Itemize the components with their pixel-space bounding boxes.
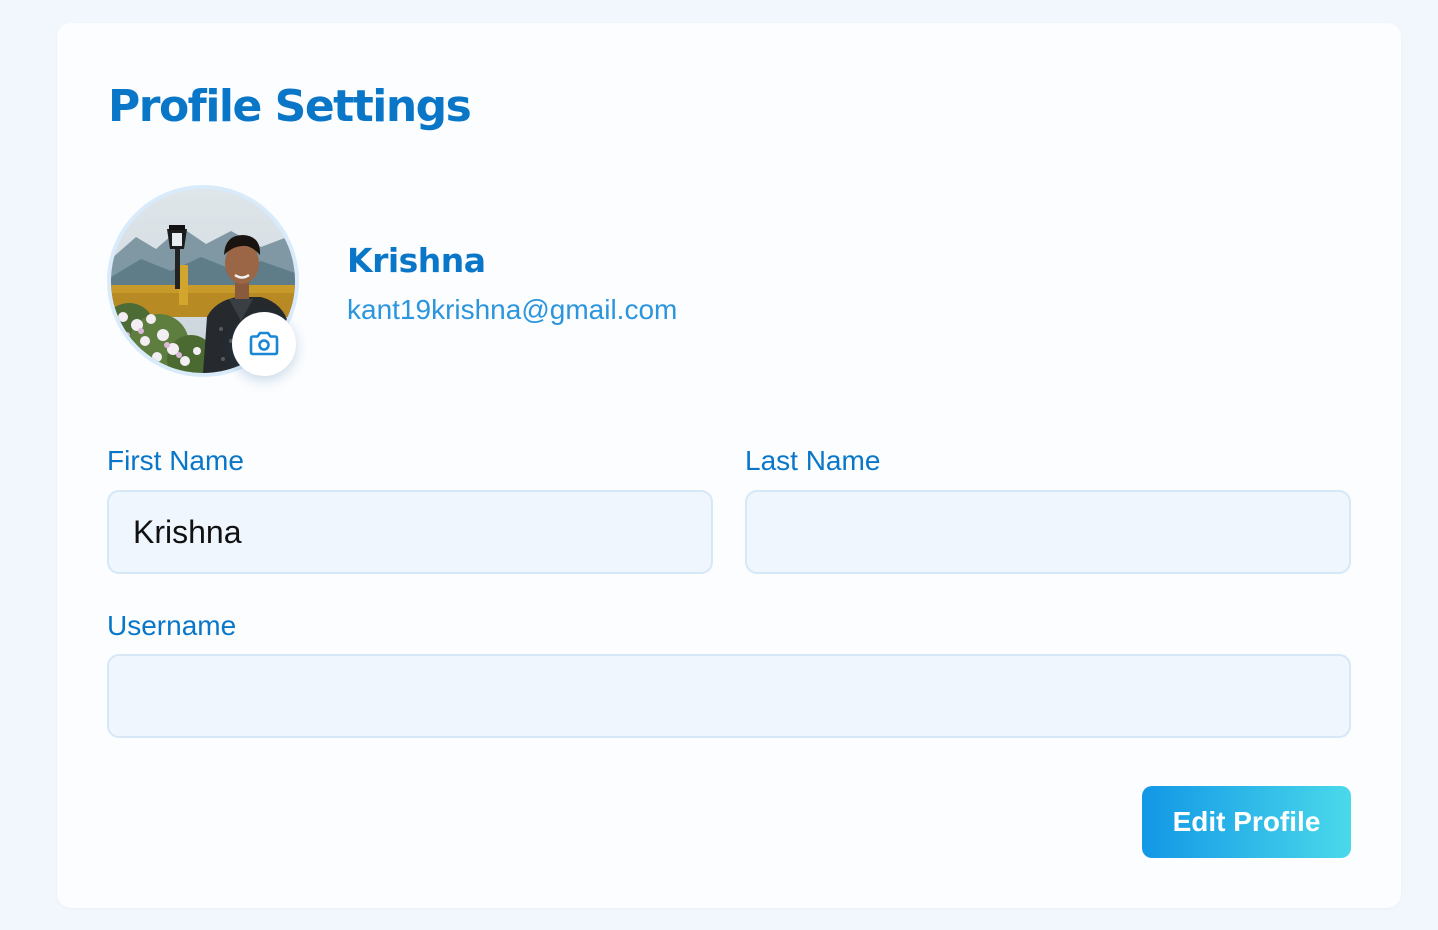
username-input[interactable] — [107, 654, 1351, 738]
first-name-label: First Name — [107, 445, 244, 476]
page-title: Profile Settings — [108, 81, 472, 132]
edit-profile-button[interactable]: Edit Profile — [1142, 786, 1351, 858]
profile-settings-card: Profile Settings Krishna kant19krishna@g… — [57, 23, 1401, 908]
last-name-input[interactable] — [745, 490, 1351, 574]
profile-name: Krishna — [347, 241, 486, 280]
last-name-label: Last Name — [745, 445, 881, 476]
avatar-container — [107, 185, 299, 377]
change-photo-button[interactable] — [232, 312, 296, 376]
username-label: Username — [107, 610, 237, 641]
profile-email: kant19krishna@gmail.com — [347, 294, 678, 325]
first-name-input[interactable] — [107, 490, 713, 574]
camera-icon — [249, 331, 279, 356]
